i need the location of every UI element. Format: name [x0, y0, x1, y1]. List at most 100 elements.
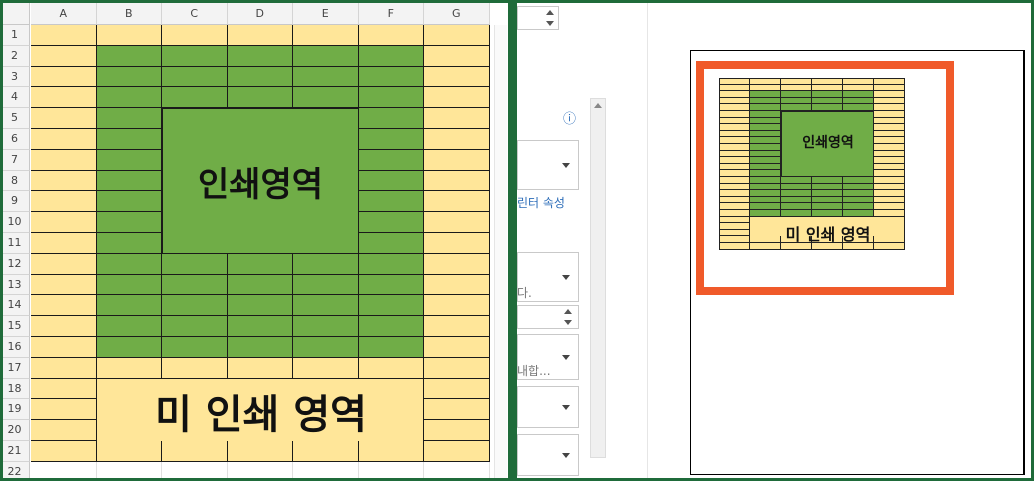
sheet-cell[interactable] — [424, 87, 490, 109]
sheet-cell[interactable] — [31, 170, 97, 192]
sheet-cell[interactable] — [162, 45, 228, 67]
spin-up-icon[interactable] — [564, 309, 572, 314]
sheet-cell[interactable] — [424, 378, 490, 400]
sheet-cell[interactable] — [358, 170, 424, 192]
sheet-cell[interactable] — [227, 87, 293, 109]
copies-spinner[interactable] — [517, 6, 559, 30]
sheet-cell[interactable] — [424, 25, 490, 46]
sheet-cell[interactable] — [227, 45, 293, 67]
sheet-cell[interactable] — [424, 316, 490, 337]
sheet-cell[interactable] — [96, 233, 162, 254]
sheet-cell[interactable] — [162, 87, 228, 109]
sheet-cell[interactable] — [358, 274, 424, 296]
sheet-cell[interactable] — [227, 295, 293, 317]
sheet-cell[interactable] — [31, 253, 97, 275]
sheet-cell[interactable] — [31, 274, 97, 296]
sheet-cell[interactable] — [162, 337, 228, 358]
sheet-cell[interactable] — [96, 66, 162, 88]
row-header-14[interactable]: 14 — [0, 295, 30, 317]
sheet-cell[interactable] — [358, 441, 424, 462]
sheet-cell[interactable] — [293, 337, 359, 358]
row-header-2[interactable]: 2 — [0, 45, 30, 67]
settings-scrollbar[interactable] — [590, 98, 606, 458]
sheet-cell[interactable] — [31, 149, 97, 171]
column-header-c[interactable]: C — [162, 3, 228, 25]
sheet-cell[interactable] — [96, 253, 162, 275]
sheet-cell[interactable] — [358, 253, 424, 275]
row-header-10[interactable]: 10 — [0, 212, 30, 233]
sheet-cell[interactable] — [96, 87, 162, 109]
row-header-11[interactable]: 11 — [0, 233, 30, 254]
sheet-cell[interactable] — [293, 441, 359, 462]
sheet-cell[interactable] — [162, 66, 228, 88]
column-header-e[interactable]: E — [293, 3, 359, 25]
sheet-cell[interactable] — [293, 357, 359, 379]
sheet-cell[interactable] — [227, 316, 293, 337]
sheet-cell[interactable] — [31, 25, 97, 46]
sheet-cell[interactable] — [227, 357, 293, 379]
printer-dropdown[interactable] — [517, 140, 579, 190]
sheet-cell[interactable] — [31, 441, 97, 462]
sheet-cell[interactable] — [97, 461, 162, 481]
column-header-a[interactable]: A — [31, 3, 97, 25]
sheet-cell[interactable] — [96, 274, 162, 296]
pages-spinner[interactable] — [517, 305, 579, 329]
sheet-cell[interactable] — [162, 25, 228, 46]
sheet-cell[interactable] — [31, 233, 97, 254]
sheet-cell[interactable] — [96, 212, 162, 233]
sheet-cell[interactable] — [424, 149, 490, 171]
sheet-cell[interactable] — [424, 441, 490, 462]
sheet-cell[interactable] — [358, 66, 424, 88]
sheet-cell[interactable] — [424, 233, 490, 254]
sheet-cell[interactable] — [424, 274, 490, 296]
row-header-5[interactable]: 5 — [0, 108, 30, 129]
sheet-cell[interactable] — [424, 129, 490, 150]
sheet-cell[interactable] — [358, 337, 424, 358]
sheet-cell[interactable] — [359, 461, 424, 481]
sheet-cell[interactable] — [293, 45, 359, 67]
row-header-13[interactable]: 13 — [0, 274, 30, 296]
sheet-cell[interactable] — [31, 212, 97, 233]
sheet-cell[interactable] — [162, 316, 228, 337]
row-header-18[interactable]: 18 — [0, 378, 30, 400]
sheet-cell[interactable] — [358, 87, 424, 109]
sheet-cell[interactable] — [228, 461, 293, 481]
sheet-cell[interactable] — [424, 461, 490, 481]
sheet-cell[interactable] — [227, 274, 293, 296]
row-header-7[interactable]: 7 — [0, 149, 30, 171]
row-header-1[interactable]: 1 — [0, 25, 30, 46]
column-header-f[interactable]: F — [358, 3, 424, 25]
sheet-cell[interactable] — [424, 420, 490, 441]
sheet-cell[interactable] — [293, 25, 359, 46]
scroll-up-icon[interactable] — [594, 103, 602, 108]
sheet-cell[interactable] — [31, 357, 97, 379]
sheet-cell[interactable] — [424, 212, 490, 233]
sheet-cell[interactable] — [162, 441, 228, 462]
sheet-cell[interactable] — [424, 253, 490, 275]
row-header-12[interactable]: 12 — [0, 253, 30, 275]
row-header-15[interactable]: 15 — [0, 316, 30, 337]
sheet-cell[interactable] — [424, 66, 490, 88]
sheet-cell[interactable] — [424, 357, 490, 379]
sheet-cell[interactable] — [424, 108, 490, 129]
sheet-cell[interactable] — [358, 233, 424, 254]
sheet-cell[interactable] — [96, 441, 162, 462]
sheet-cell[interactable] — [96, 316, 162, 337]
info-icon[interactable]: ⓘ — [563, 108, 576, 127]
select-all-corner[interactable] — [0, 3, 30, 25]
sheet-cell[interactable] — [227, 66, 293, 88]
sheet-cell[interactable] — [96, 45, 162, 67]
column-header-b[interactable]: B — [96, 3, 162, 25]
sheet-cell[interactable] — [96, 170, 162, 192]
sheet-cell[interactable] — [31, 378, 97, 400]
sheet-cell[interactable] — [31, 191, 97, 213]
column-header-d[interactable]: D — [227, 3, 293, 25]
sheet-cell[interactable] — [96, 149, 162, 171]
sheet-cell[interactable] — [358, 316, 424, 337]
sheet-cell[interactable] — [31, 420, 97, 441]
sheet-cell[interactable] — [31, 316, 97, 337]
sheet-cell[interactable] — [358, 25, 424, 46]
sheet-cell[interactable] — [31, 461, 97, 481]
spin-up-icon[interactable] — [546, 10, 554, 15]
sheet-cell[interactable] — [227, 253, 293, 275]
